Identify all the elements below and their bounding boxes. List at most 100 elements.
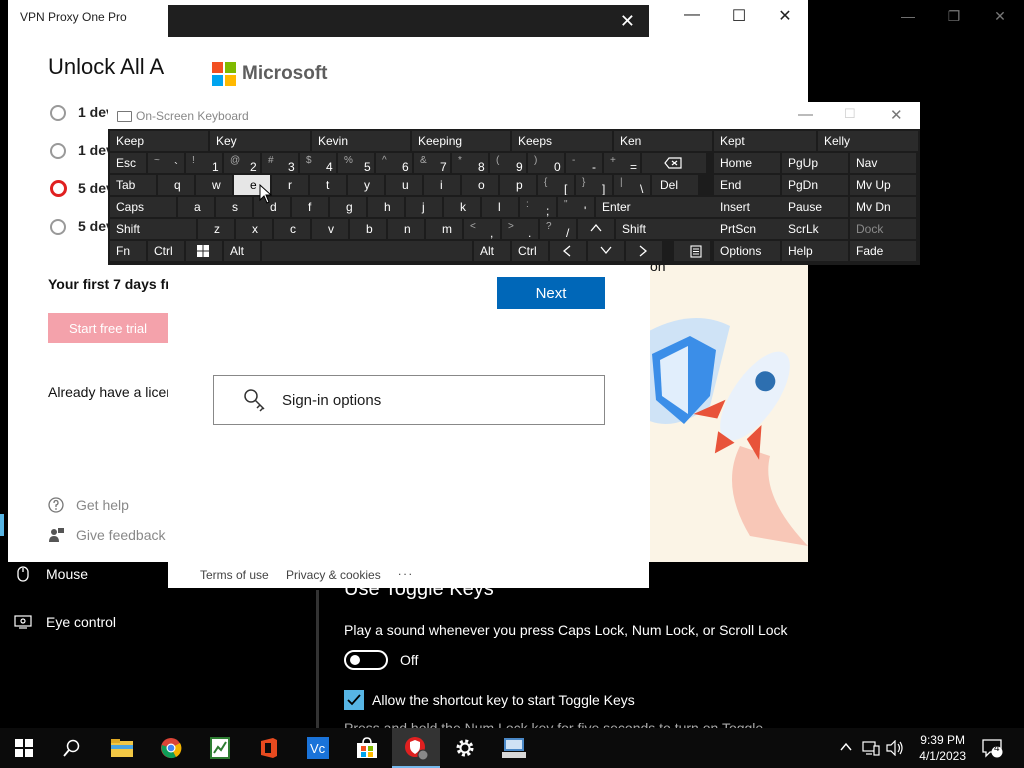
- prediction-keeping[interactable]: Keeping: [412, 131, 510, 151]
- key-pgdn[interactable]: PgDn: [782, 175, 848, 195]
- search-button[interactable]: [48, 728, 96, 768]
- key-h[interactable]: h: [368, 197, 404, 217]
- key-n[interactable]: n: [388, 219, 424, 239]
- key-f[interactable]: f: [292, 197, 328, 217]
- key-nav[interactable]: Nav: [850, 153, 916, 173]
- key-s[interactable]: s: [216, 197, 252, 217]
- key-bracket-2[interactable]: | \: [614, 175, 650, 195]
- terms-link[interactable]: Terms of use: [200, 568, 269, 582]
- key-l[interactable]: l: [482, 197, 518, 217]
- signin-close-button[interactable]: ✕: [620, 11, 635, 32]
- key-ctrl-left[interactable]: Ctrl: [148, 241, 184, 261]
- key-j[interactable]: j: [406, 197, 442, 217]
- key-pgup[interactable]: PgUp: [782, 153, 848, 173]
- key-arrow-left[interactable]: [550, 241, 586, 261]
- key-x[interactable]: x: [236, 219, 272, 239]
- key-alt-left[interactable]: Alt: [224, 241, 260, 261]
- key-arrow-down[interactable]: [588, 241, 624, 261]
- key-z[interactable]: z: [198, 219, 234, 239]
- prediction-keep[interactable]: Keep: [110, 131, 208, 151]
- prediction-kevin[interactable]: Kevin: [312, 131, 410, 151]
- plan-radio-1[interactable]: [50, 105, 66, 121]
- key-punct-0[interactable]: :;: [520, 197, 556, 217]
- key-dock[interactable]: Dock: [850, 219, 916, 239]
- settings-restore-button[interactable]: ❐: [944, 8, 964, 25]
- key-bracket-0[interactable]: {[: [538, 175, 574, 195]
- shortcut-checkbox[interactable]: [344, 690, 364, 710]
- office-button[interactable]: [245, 728, 293, 768]
- key-4[interactable]: #3: [262, 153, 298, 173]
- key-pause[interactable]: Pause: [782, 197, 848, 217]
- key-m[interactable]: m: [426, 219, 462, 239]
- key-arrow-up[interactable]: [578, 219, 614, 239]
- key-r[interactable]: r: [272, 175, 308, 195]
- key-8[interactable]: & 7: [414, 153, 450, 173]
- key-13[interactable]: + =: [604, 153, 640, 173]
- more-options-button[interactable]: ...: [398, 564, 414, 578]
- key-backspace[interactable]: [642, 153, 706, 173]
- prediction-keeps[interactable]: Keeps: [512, 131, 612, 151]
- plan-radio-4[interactable]: [50, 219, 66, 235]
- osk-close-button[interactable]: ✕: [890, 106, 903, 124]
- key-10[interactable]: (9: [490, 153, 526, 173]
- key-9[interactable]: * 8: [452, 153, 488, 173]
- privacy-link[interactable]: Privacy & cookies: [286, 568, 381, 582]
- key-esc[interactable]: Esc: [110, 153, 146, 173]
- key-punct4-1[interactable]: >.: [502, 219, 538, 239]
- osk-minimize-button[interactable]: —: [798, 106, 813, 123]
- prediction-key[interactable]: Key: [210, 131, 310, 151]
- key-6[interactable]: % 5: [338, 153, 374, 173]
- key-alt-right[interactable]: Alt: [474, 241, 510, 261]
- key-punct4-0[interactable]: <,: [464, 219, 500, 239]
- key-i[interactable]: i: [424, 175, 460, 195]
- store-button[interactable]: [343, 728, 391, 768]
- settings-minimize-button[interactable]: —: [898, 8, 918, 24]
- key-o[interactable]: o: [462, 175, 498, 195]
- key-1[interactable]: ~ `: [148, 153, 184, 173]
- chrome-button[interactable]: [147, 728, 195, 768]
- settings-close-button[interactable]: ✕: [990, 8, 1010, 25]
- vpn-maximize-button[interactable]: ☐: [727, 6, 751, 26]
- give-feedback-link[interactable]: Give feedback: [76, 527, 166, 543]
- key-bracket-1[interactable]: }]: [576, 175, 612, 195]
- get-help-link[interactable]: Get help: [76, 497, 129, 513]
- vpn-taskbar-button[interactable]: [392, 728, 440, 768]
- key-arrow-right[interactable]: [626, 241, 662, 261]
- key-punct-1[interactable]: " ': [558, 197, 594, 217]
- key-end[interactable]: End: [714, 175, 780, 195]
- key-12[interactable]: --: [566, 153, 602, 173]
- key-b[interactable]: b: [350, 219, 386, 239]
- sidebar-item-mouse[interactable]: Mouse: [14, 565, 88, 583]
- vpn-close-button[interactable]: ✕: [773, 6, 797, 26]
- clock[interactable]: 9:39 PM 4/1/2023: [919, 732, 966, 764]
- key-ctrl-right[interactable]: Ctrl: [512, 241, 548, 261]
- key-3[interactable]: @2: [224, 153, 260, 173]
- key-help[interactable]: Help: [782, 241, 848, 261]
- key-fade[interactable]: Fade: [850, 241, 916, 261]
- key-space[interactable]: [262, 241, 472, 261]
- key-2[interactable]: ! 1: [186, 153, 222, 173]
- key-mv-dn[interactable]: Mv Dn: [850, 197, 916, 217]
- key-w[interactable]: w: [196, 175, 232, 195]
- key-c[interactable]: c: [274, 219, 310, 239]
- key-q[interactable]: q: [158, 175, 194, 195]
- key-tab[interactable]: Tab: [110, 175, 156, 195]
- start-trial-button[interactable]: Start free trial: [48, 313, 168, 343]
- prediction-kelly[interactable]: Kelly: [818, 131, 918, 151]
- key-options[interactable]: Options: [714, 241, 780, 261]
- key-home[interactable]: Home: [714, 153, 780, 173]
- key-u[interactable]: u: [386, 175, 422, 195]
- network-button[interactable]: [862, 740, 880, 759]
- key-punct4-2[interactable]: ? /: [540, 219, 576, 239]
- volume-button[interactable]: [886, 739, 904, 759]
- next-button[interactable]: Next: [497, 277, 605, 309]
- key-y[interactable]: y: [348, 175, 384, 195]
- file-explorer-button[interactable]: [98, 728, 146, 768]
- sidebar-item-eye-control[interactable]: Eye control: [14, 613, 116, 631]
- key-k[interactable]: k: [444, 197, 480, 217]
- start-button[interactable]: [0, 728, 48, 768]
- key-g[interactable]: g: [330, 197, 366, 217]
- key-windows[interactable]: [186, 241, 222, 261]
- key-a[interactable]: a: [178, 197, 214, 217]
- key-menu[interactable]: [674, 241, 710, 261]
